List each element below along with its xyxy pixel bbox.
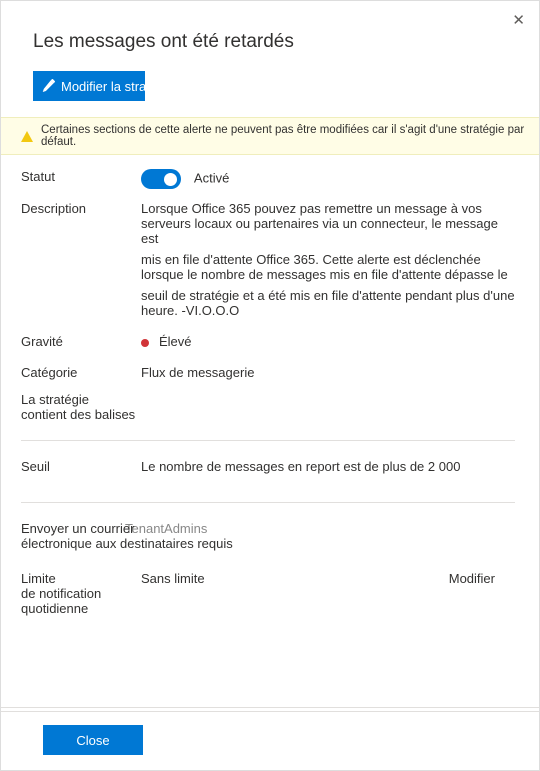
severity-label: Gravité <box>21 334 141 349</box>
edit-policy-button[interactable]: Modifier la stratégie <box>33 71 145 101</box>
category-label: Catégorie <box>21 365 141 380</box>
recipients-label: Envoyer un courrier électronique aux des… <box>21 521 515 551</box>
warning-banner: Certaines sections de cette alerte ne pe… <box>1 117 539 155</box>
severity-value: Élevé <box>159 334 192 349</box>
pencil-icon <box>41 79 55 93</box>
threshold-value: Le nombre de messages en report est de p… <box>141 459 515 474</box>
modify-link[interactable]: Modifier <box>449 571 495 586</box>
limit-label: Limite de notification quotidienne <box>21 571 141 616</box>
status-toggle[interactable] <box>141 169 181 189</box>
description-value: Lorsque Office 365 pouvez pas remettre u… <box>141 201 515 318</box>
tags-label: La stratégie contient des balises <box>21 392 135 422</box>
severity-dot-icon <box>141 339 149 347</box>
edit-policy-label: Modifier la stratégie <box>61 79 145 94</box>
footer-divider <box>1 707 539 708</box>
status-value: Activé <box>194 170 229 185</box>
category-value: Flux de messagerie <box>141 365 515 380</box>
close-button[interactable]: Close <box>43 725 143 755</box>
divider <box>21 502 515 503</box>
status-label: Statut <box>21 169 141 184</box>
divider <box>21 440 515 441</box>
limit-value: Sans limite <box>141 571 449 586</box>
page-title: Les messages ont été retardés <box>33 31 507 53</box>
threshold-label: Seuil <box>21 459 141 474</box>
warning-text: Certaines sections de cette alerte ne pe… <box>41 124 529 148</box>
warning-icon <box>21 131 33 142</box>
description-label: Description <box>21 201 141 216</box>
close-icon[interactable]: ✕ <box>512 11 525 29</box>
